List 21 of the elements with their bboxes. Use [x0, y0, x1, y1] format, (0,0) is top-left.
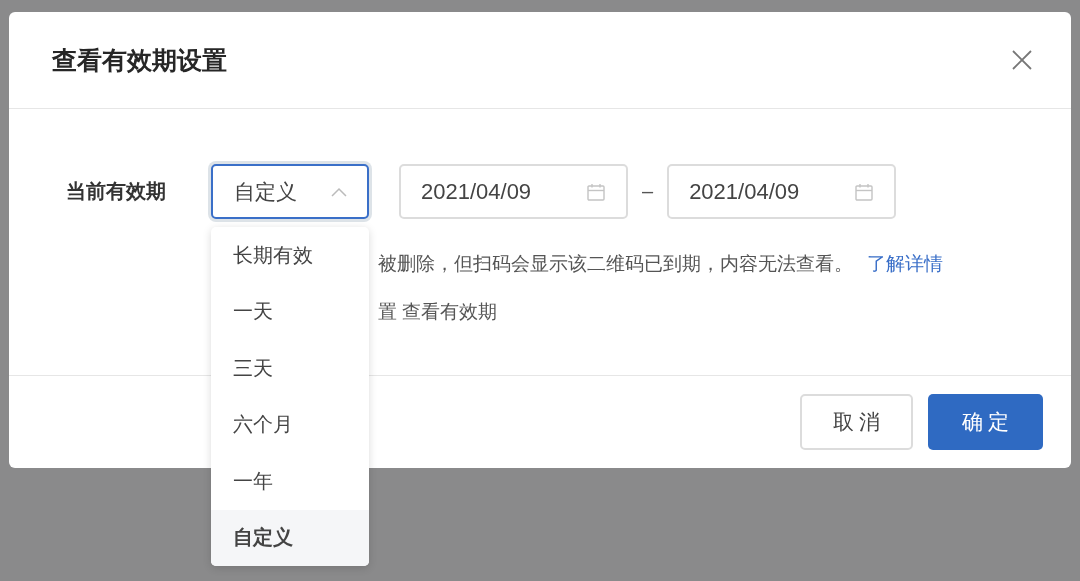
hint-text: 置 查看有效期: [378, 300, 498, 324]
dropdown-option[interactable]: 三天: [211, 340, 369, 397]
calendar-icon: [586, 181, 606, 202]
dropdown-option[interactable]: 一年: [211, 453, 369, 510]
period-select[interactable]: 自定义: [211, 164, 369, 219]
start-date-field[interactable]: 2021/04/09: [399, 164, 628, 219]
dialog-title: 查看有效期设置: [52, 44, 227, 76]
calendar-icon: [854, 181, 875, 202]
caret-icon: [331, 186, 347, 197]
end-date-field[interactable]: 2021/04/09: [667, 164, 897, 219]
dropdown-option[interactable]: 长期有效: [211, 227, 369, 284]
dropdown-option[interactable]: 自定义: [211, 509, 369, 566]
confirm-button[interactable]: 确 定: [928, 394, 1043, 450]
dropdown-option[interactable]: 六个月: [211, 396, 369, 453]
field-label: 当前有效期: [66, 179, 167, 204]
close-icon[interactable]: [1011, 49, 1033, 71]
learn-more-link[interactable]: 了解详情: [867, 251, 943, 277]
dropdown-option[interactable]: 一天: [211, 283, 369, 340]
hint-text: 被删除，但扫码会显示该二维码已到期，内容无法查看。: [378, 252, 853, 276]
range-separator: –: [642, 180, 654, 203]
cancel-button[interactable]: 取 消: [800, 394, 913, 450]
